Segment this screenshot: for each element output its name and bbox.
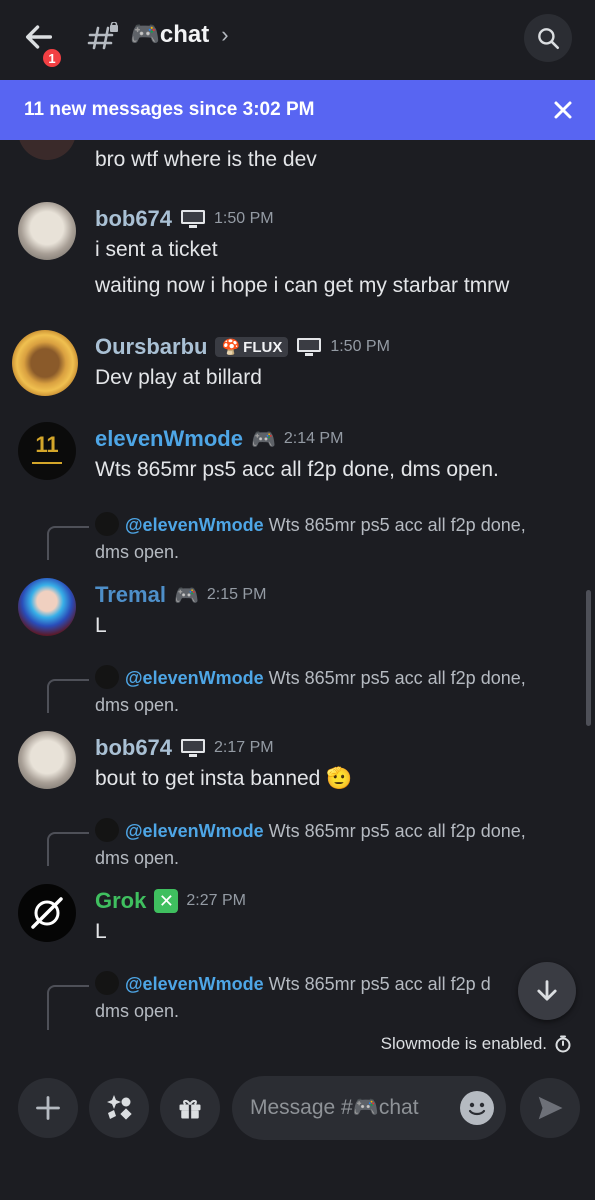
channel-title[interactable]: 🎮chat › — [130, 20, 229, 49]
username[interactable]: elevenWmode — [95, 426, 243, 452]
message-input-placeholder: Message #🎮chat — [250, 1096, 419, 1119]
reply-avatar — [95, 971, 119, 996]
reply-author: @elevenWmode — [125, 974, 264, 994]
close-icon[interactable] — [551, 98, 575, 122]
reply-text: Wts 865mr ps5 acc all f2p done, — [268, 668, 526, 688]
timestamp: 1:50 PM — [330, 338, 390, 355]
slowmode-text: Slowmode is enabled. — [380, 1034, 547, 1053]
reply-author: @elevenWmode — [125, 515, 264, 535]
reply-connector — [47, 832, 89, 866]
reply-text-continued: dms open. — [95, 1001, 180, 1021]
timestamp: 2:14 PM — [283, 430, 344, 447]
search-button[interactable] — [524, 14, 572, 62]
reply-preview[interactable]: @elevenWmode Wts 865mr ps5 acc all f2p d… — [95, 512, 575, 566]
jump-to-bottom-button[interactable] — [518, 962, 576, 1020]
locked-channel-icon — [87, 22, 118, 50]
username[interactable]: bob674 — [95, 735, 172, 761]
attach-button[interactable] — [18, 1078, 78, 1138]
apps-sparkle-icon — [107, 1095, 132, 1120]
reply-text: Wts 865mr ps5 acc all f2p d — [268, 974, 491, 994]
message-text: bout to get insta banned 🫡 — [95, 767, 353, 790]
timestamp: 2:17 PM — [214, 739, 274, 756]
guild-tag-label: FLUX — [243, 338, 283, 356]
scrollbar[interactable] — [586, 590, 591, 726]
avatar[interactable] — [18, 884, 76, 942]
reply-avatar — [95, 665, 119, 690]
grok-logo-icon — [31, 897, 63, 929]
emoji-button[interactable] — [460, 1091, 494, 1125]
avatar[interactable] — [18, 731, 76, 789]
message-text: Dev play at billard — [95, 366, 262, 389]
reply-text-continued: dms open. — [95, 848, 180, 868]
timestamp: 2:15 PM — [206, 586, 267, 603]
gamepad-icon: 🎮 — [250, 428, 276, 451]
new-messages-banner[interactable]: 11 new messages since 3:02 PM — [0, 80, 595, 140]
search-icon — [538, 28, 560, 50]
slowmode-indicator: Slowmode is enabled. — [381, 1034, 571, 1054]
chevron-right-icon: › — [221, 21, 229, 47]
arrow-down-icon — [537, 980, 557, 1001]
timestamp: 1:50 PM — [214, 210, 274, 227]
reply-preview[interactable]: @elevenWmode Wts 865mr ps5 acc all f2p d… — [95, 818, 575, 872]
reply-preview[interactable]: @elevenWmode Wts 865mr ps5 acc all f2p d… — [95, 665, 575, 719]
send-button[interactable] — [520, 1078, 580, 1138]
reply-preview[interactable]: @elevenWmode Wts 865mr ps5 acc all f2p d… — [95, 971, 575, 1025]
username[interactable]: Oursbarbu — [95, 334, 207, 360]
reply-author: @elevenWmode — [125, 821, 264, 841]
reply-text: Wts 865mr ps5 acc all f2p done, — [268, 821, 526, 841]
message-input[interactable]: Message #🎮chat — [232, 1076, 506, 1140]
message-text: Wts 865mr ps5 acc all f2p done, dms open… — [95, 458, 499, 481]
desktop-icon — [297, 338, 322, 356]
plus-icon — [36, 1096, 60, 1120]
reply-connector — [47, 679, 89, 713]
reply-connector — [47, 985, 89, 1030]
reply-text-continued: dms open. — [95, 542, 180, 562]
new-messages-text: 11 new messages since 3:02 PM — [24, 99, 315, 120]
username[interactable]: Tremal — [95, 582, 166, 608]
desktop-icon — [181, 739, 206, 757]
avatar[interactable] — [18, 202, 76, 260]
message-text: L — [95, 614, 107, 637]
timestamp: 2:27 PM — [186, 892, 246, 909]
reply-avatar — [95, 512, 119, 537]
channel-name: 🎮chat — [130, 21, 210, 48]
apps-button[interactable] — [89, 1078, 149, 1138]
verified-x-icon: ✕ — [154, 889, 179, 913]
desktop-icon — [181, 210, 206, 228]
reply-connector — [47, 526, 89, 560]
mushroom-icon: 🍄 — [221, 339, 241, 356]
message-list[interactable]: bro wtf where is the dev bob674 1:50 PM … — [0, 140, 595, 1030]
reply-text: Wts 865mr ps5 acc all f2p done, — [268, 515, 526, 535]
message-text: bro wtf where is the dev — [95, 148, 317, 171]
gift-button[interactable] — [160, 1078, 220, 1138]
message-text: L — [95, 920, 107, 943]
avatar[interactable]: 11 — [18, 422, 76, 480]
guild-tag[interactable]: 🍄 FLUX — [215, 337, 289, 357]
avatar-text: 11 — [35, 432, 59, 457]
channel-header: 1 🎮chat › — [0, 0, 595, 81]
timer-icon — [555, 1035, 571, 1053]
avatar[interactable] — [18, 578, 76, 636]
unread-badge: 1 — [40, 46, 64, 70]
reply-text-continued: dms open. — [95, 695, 180, 715]
message-text: i sent a ticket — [95, 238, 218, 261]
username[interactable]: bob674 — [95, 206, 172, 232]
reply-author: @elevenWmode — [125, 668, 264, 688]
send-icon — [538, 1096, 563, 1120]
smiley-icon — [468, 1102, 486, 1116]
gamepad-icon: 🎮 — [173, 584, 199, 607]
username[interactable]: Grok — [95, 888, 146, 914]
message-text: waiting now i hope i can get my starbar … — [95, 274, 510, 297]
avatar[interactable] — [12, 330, 78, 396]
message-composer: Message #🎮chat — [0, 1060, 595, 1200]
avatar[interactable] — [18, 140, 76, 160]
reply-avatar — [95, 818, 119, 843]
gift-icon — [179, 1099, 201, 1119]
